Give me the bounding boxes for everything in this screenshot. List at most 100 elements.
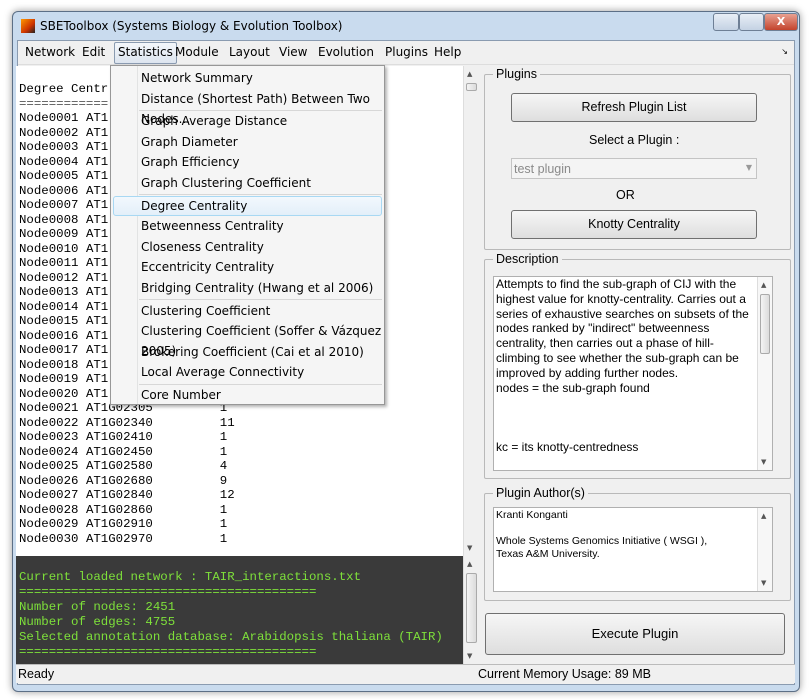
menu-view[interactable]: View [276, 45, 310, 59]
output-scrollbar[interactable]: ▲ ▼ [463, 66, 479, 556]
plugins-group-label: Plugins [493, 67, 540, 81]
node-id: Node0005 [19, 169, 79, 183]
menu-item-betweenness-centrality[interactable]: Betweenness Centrality [113, 216, 382, 236]
menu-item-clustering-coefficient-soffer-v-zquez-2005[interactable]: Clustering Coefficient (Soffer & Vázquez… [113, 321, 382, 358]
minimize-button[interactable] [713, 13, 739, 31]
node-id: Node0011 [19, 256, 79, 270]
gene-id: AT1 [85, 241, 109, 256]
node-id: Node0026 [19, 473, 79, 488]
menu-item-core-number[interactable]: Core Number [113, 385, 382, 405]
degree-value: 1 [219, 502, 228, 517]
refresh-plugin-list-button[interactable]: Refresh Plugin List [511, 93, 757, 122]
gene-id: AT1 [85, 183, 109, 198]
gene-id: AT1 [85, 372, 109, 386]
title-bar: SBEToolbox (Systems Biology & Evolution … [13, 12, 799, 40]
gene-id: AT1G02840 [85, 488, 153, 502]
node-id: Node0028 [19, 502, 79, 517]
menu-statistics[interactable]: Statistics [114, 42, 177, 64]
menu-module[interactable]: Module [172, 45, 222, 59]
scroll-thumb[interactable] [466, 573, 477, 643]
gene-id: AT1 [85, 169, 109, 183]
degree-value: 1 [219, 517, 228, 531]
menu-help[interactable]: Help [431, 45, 464, 59]
gene-id: AT1G02680 [85, 473, 153, 488]
node-id: Node0029 [19, 517, 79, 531]
node-id: Node0027 [19, 488, 79, 502]
execute-plugin-button[interactable]: Execute Plugin [485, 613, 785, 655]
menu-item-bridging-centrality-hwang-et-al-2006[interactable]: Bridging Centrality (Hwang et al 2006) [113, 278, 382, 298]
table-row: Node0025 AT1G02580 4 [19, 459, 463, 474]
node-id: Node0020 [19, 386, 79, 401]
plugin-select[interactable]: test plugin ▼ [511, 158, 757, 179]
menu-item-network-summary[interactable]: Network Summary [113, 68, 382, 88]
window-title: SBEToolbox (Systems Biology & Evolution … [40, 19, 343, 33]
menu-item-graph-diameter[interactable]: Graph Diameter [113, 132, 382, 152]
authors-text[interactable]: Kranti Konganti Whole Systems Genomics I… [493, 507, 773, 592]
scroll-thumb[interactable] [760, 294, 770, 354]
scroll-thumb[interactable] [466, 83, 477, 91]
menu-bar: Network Edit Statistics Module Layout View Evo… [18, 41, 794, 65]
menu-item-eccentricity-centrality[interactable]: Eccentricity Centrality [113, 257, 382, 277]
gene-id: AT1 [85, 285, 109, 299]
degree-value: 11 [219, 415, 235, 430]
menu-plugins[interactable]: Plugins [382, 45, 431, 59]
plugin-select-value: test plugin [514, 162, 571, 176]
node-id: Node0006 [19, 183, 79, 198]
node-id: Node0018 [19, 357, 79, 372]
description-group-label: Description [493, 252, 562, 266]
close-button[interactable]: X [764, 13, 798, 31]
description-scrollbar[interactable]: ▲ ▼ [757, 277, 772, 470]
knotty-centrality-button[interactable]: Knotty Centrality [511, 210, 757, 239]
gene-id: AT1 [85, 227, 109, 241]
statistics-menu-dropdown: Network Summary Distance (Shortest Path) … [110, 65, 385, 405]
maximize-button[interactable] [739, 13, 764, 31]
gene-id: AT1G02580 [85, 459, 153, 473]
menu-layout[interactable]: Layout [226, 45, 273, 59]
menu-item-graph-clustering-coefficient[interactable]: Graph Clustering Coefficient [113, 173, 382, 193]
table-row: Node0030 AT1G02970 1 [19, 532, 463, 547]
scroll-up-icon[interactable]: ▲ [761, 281, 766, 289]
menu-item-graph-average-distance[interactable]: Graph Average Distance [113, 111, 382, 131]
node-id: Node0004 [19, 154, 79, 169]
console-scrollbar[interactable]: ▲ ▼ [463, 556, 479, 664]
scroll-down-icon[interactable]: ▼ [761, 579, 766, 587]
menu-item-closeness-centrality[interactable]: Closeness Centrality [113, 237, 382, 257]
node-id: Node0030 [19, 531, 79, 546]
scroll-up-icon[interactable]: ▲ [467, 70, 472, 78]
console-output: Current loaded network : TAIR_interactio… [16, 556, 463, 664]
gene-id: AT1 [85, 314, 109, 328]
scroll-up-icon[interactable]: ▲ [761, 512, 766, 520]
console-line: Number of nodes: 2451 [19, 599, 176, 614]
menu-edit[interactable]: Edit [79, 45, 108, 59]
menu-network[interactable]: Network [22, 45, 78, 59]
gene-id: AT1G02910 [85, 517, 153, 531]
authors-scrollbar[interactable]: ▲ ▼ [757, 508, 772, 591]
scroll-down-icon[interactable]: ▼ [467, 652, 472, 660]
console-line: Current loaded network : TAIR_interactio… [19, 570, 362, 584]
node-id: Node0015 [19, 314, 79, 328]
gene-id: AT1 [85, 111, 109, 125]
node-id: Node0001 [19, 111, 79, 125]
menu-item-local-average-connectivity[interactable]: Local Average Connectivity [113, 362, 382, 382]
menu-item-degree-centrality[interactable]: Degree Centrality [113, 195, 382, 216]
description-text[interactable]: Attempts to find the sub-graph of CIJ wi… [493, 276, 773, 471]
scroll-down-icon[interactable]: ▼ [761, 458, 766, 466]
scroll-down-icon[interactable]: ▼ [467, 544, 472, 552]
restore-menu-icon[interactable]: ↘ [781, 47, 788, 56]
node-id: Node0021 [19, 401, 79, 415]
select-plugin-label: Select a Plugin : [589, 133, 680, 147]
menu-separator [139, 194, 382, 196]
degree-value: 1 [219, 430, 228, 444]
menu-item-graph-efficiency[interactable]: Graph Efficiency [113, 152, 382, 172]
gene-id: AT1G02860 [85, 502, 153, 517]
memory-usage: Current Memory Usage: 89 MB [478, 667, 651, 681]
menu-evolution[interactable]: Evolution [315, 45, 377, 59]
or-label: OR [616, 188, 635, 202]
gene-id: AT1G02410 [85, 430, 153, 444]
gene-id: AT1 [85, 270, 109, 285]
menu-item-distance-shortest-path-between-two-nodes[interactable]: Distance (Shortest Path) Between Two Nod… [113, 89, 382, 126]
node-id: Node0009 [19, 227, 79, 241]
scroll-up-icon[interactable]: ▲ [467, 560, 472, 568]
menu-item-clustering-coefficient[interactable]: Clustering Coefficient [113, 301, 382, 321]
menu-item-brokering-coefficient-cai-et-al-2010[interactable]: Brokering Coefficient (Cai et al 2010) [113, 342, 382, 362]
